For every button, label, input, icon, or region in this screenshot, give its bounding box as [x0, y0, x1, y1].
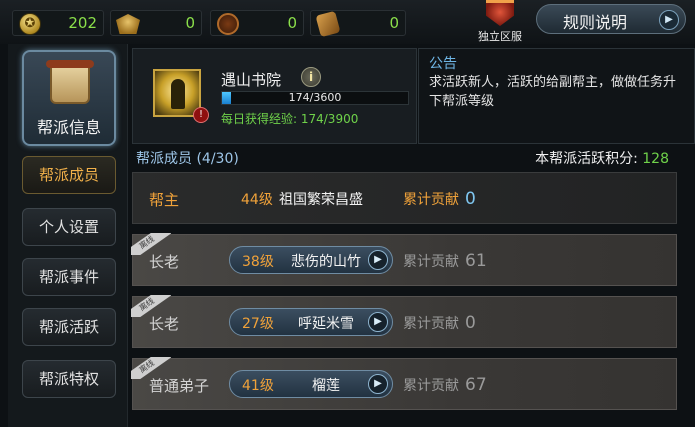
- nav-guild-privileges[interactable]: 帮派特权: [22, 360, 116, 398]
- contribution-value: 0: [465, 189, 476, 209]
- independent-server-button[interactable]: 独立区服: [472, 0, 528, 44]
- scroll-icon: [46, 60, 94, 104]
- badge-resource: 0: [110, 10, 202, 36]
- emblem-value: 0: [287, 14, 297, 32]
- activity-score: 本帮派活跃积分: 128: [535, 148, 669, 168]
- guild-exp-text: 174/3600: [288, 91, 342, 104]
- member-level: 41级: [242, 378, 274, 394]
- contribution-value: 61: [465, 251, 487, 271]
- activity-score-value: 128: [642, 151, 669, 167]
- nav-personal-settings[interactable]: 个人设置: [22, 208, 116, 246]
- round-emblem-icon: [215, 12, 241, 36]
- contribution-label: 累计贡献: [403, 192, 459, 208]
- rules-button[interactable]: 规则说明 ▶: [536, 4, 686, 34]
- notice-body: 求活跃新人，活跃的给副帮主，做做任务升下帮派等级: [429, 75, 677, 109]
- member-profile-button[interactable]: 38级 悲伤的山竹 ▶: [229, 246, 393, 274]
- emblem-resource: 0: [210, 10, 304, 36]
- member-name: 呼延米雪: [298, 316, 354, 332]
- member-row-leader[interactable]: 帮主 44级 祖国繁荣昌盛 累计贡献 0: [132, 172, 677, 224]
- guild-emblem[interactable]: !: [153, 69, 209, 123]
- token-value: 0: [389, 14, 399, 32]
- member-row: 离线 长老 27级 呼延米雪 ▶ 累计贡献 0: [131, 295, 677, 348]
- alert-icon: !: [193, 107, 209, 123]
- token-icon: [315, 10, 341, 38]
- member-count: 帮派成员 (4/30): [136, 151, 239, 167]
- side-nav: 帮派信息 帮派成员 个人设置 帮派事件 帮派活跃 帮派特权: [8, 44, 128, 427]
- play-arrow-icon: ▶: [368, 312, 388, 332]
- member-role: 长老: [149, 315, 180, 333]
- member-level: 27级: [242, 316, 274, 332]
- member-row: 离线 普通弟子 41级 榴莲 ▶ 累计贡献 67: [131, 357, 677, 410]
- guild-exp-bar: 174/3600: [221, 91, 409, 105]
- member-level: 38级: [242, 254, 274, 270]
- nav-guild-members[interactable]: 帮派成员: [22, 156, 116, 194]
- activity-score-label: 本帮派活跃积分:: [535, 151, 638, 167]
- member-role: 帮主: [149, 191, 180, 209]
- daily-exp-text: 每日获得经验: 174/3900: [221, 112, 359, 126]
- server-tag-label: 独立区服: [478, 30, 522, 43]
- members-header: 帮派成员 (4/30) 本帮派活跃积分: 128: [132, 146, 695, 170]
- contribution-label: 累计贡献: [403, 378, 459, 394]
- nav-guild-activity[interactable]: 帮派活跃: [22, 308, 116, 346]
- gold-value: 202: [68, 14, 97, 32]
- nav-guild-info[interactable]: 帮派信息: [22, 50, 116, 146]
- contribution-label: 累计贡献: [403, 254, 459, 270]
- winged-badge-icon: [115, 12, 141, 36]
- gold-coin-icon: ✪: [17, 12, 43, 36]
- resource-bar: ✪ 202 0 0 0 独立区服 规则说明 ▶: [0, 0, 695, 44]
- play-arrow-icon: ▶: [368, 374, 388, 394]
- member-contribution: 累计贡献 0: [403, 189, 476, 209]
- notice-title: 公告: [429, 56, 457, 72]
- info-icon[interactable]: i: [301, 67, 321, 87]
- member-name: 榴莲: [312, 378, 340, 394]
- member-contribution: 累计贡献 61: [403, 251, 487, 271]
- main-panel: ! 遇山书院 i 174/3600 每日获得经验: 174/3900 公告 求活…: [131, 46, 695, 427]
- member-role: 长老: [149, 253, 180, 271]
- gold-resource: ✪ 202: [12, 10, 104, 36]
- notice-panel: 公告 求活跃新人，活跃的给副帮主，做做任务升下帮派等级: [418, 48, 695, 144]
- member-role: 普通弟子: [149, 377, 210, 395]
- member-profile-button[interactable]: 41级 榴莲 ▶: [229, 370, 393, 398]
- badge-value: 0: [185, 14, 195, 32]
- member-contribution: 累计贡献 0: [403, 313, 476, 333]
- guild-figure-icon: [171, 79, 185, 109]
- contribution-label: 累计贡献: [403, 316, 459, 332]
- server-shield-icon: [486, 0, 514, 26]
- play-arrow-icon: ▶: [659, 10, 679, 30]
- token-resource: 0: [310, 10, 406, 38]
- contribution-value: 0: [465, 313, 476, 333]
- nav-guild-info-label: 帮派信息: [36, 118, 101, 137]
- member-contribution: 累计贡献 67: [403, 375, 487, 395]
- guild-name: 遇山书院: [221, 71, 282, 89]
- contribution-value: 67: [465, 375, 487, 395]
- member-level: 44级: [241, 192, 273, 208]
- member-name: 祖国繁荣昌盛: [279, 192, 363, 208]
- guild-info-card: ! 遇山书院 i 174/3600 每日获得经验: 174/3900: [132, 48, 417, 144]
- member-name: 悲伤的山竹: [291, 254, 361, 270]
- member-profile-button[interactable]: 27级 呼延米雪 ▶: [229, 308, 393, 336]
- nav-guild-events[interactable]: 帮派事件: [22, 258, 116, 296]
- member-row: 离线 长老 38级 悲伤的山竹 ▶ 累计贡献 61: [131, 233, 677, 286]
- rules-button-label: 规则说明: [563, 13, 628, 32]
- play-arrow-icon: ▶: [368, 250, 388, 270]
